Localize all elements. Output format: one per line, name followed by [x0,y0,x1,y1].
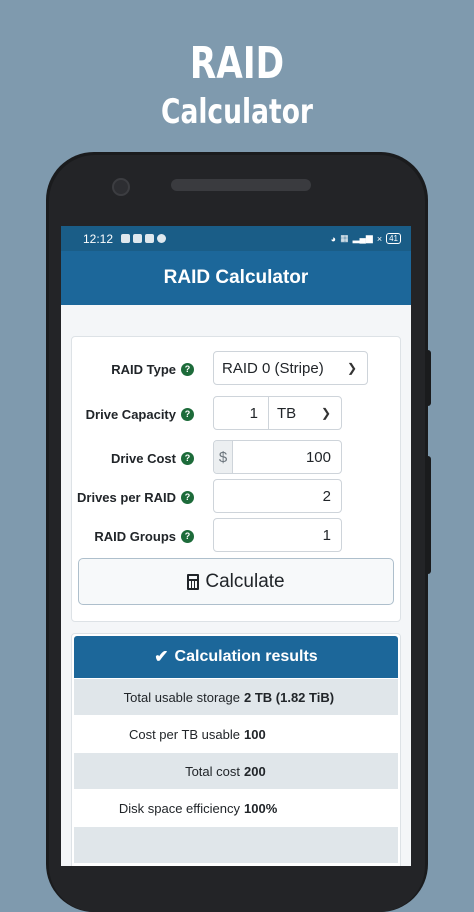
raid-type-row: RAID Type? RAID 0 (Stripe) ❯ [72,351,400,387]
drive-cost-input-group[interactable]: $ 100 [213,440,342,474]
drive-cost-label: Drive Cost? [111,440,194,476]
help-icon[interactable]: ? [181,407,194,421]
drive-capacity-row: Drive Capacity? 1 TB ❯ [72,396,400,432]
message-icon [145,234,155,243]
help-icon[interactable]: ? [181,490,194,504]
result-value: 2 TB (1.82 TiB) [244,689,335,705]
result-row: Disk space efficiency 100% [74,790,398,826]
volume-button [426,350,431,406]
power-button [426,456,431,574]
raid-groups-input[interactable]: 1 [213,518,342,552]
result-row: Total usable storage 2 TB (1.82 TiB) [74,679,398,715]
calculator-form: RAID Type? RAID 0 (Stripe) ❯ Drive Capaci… [71,336,401,622]
drives-per-raid-label: Drives per RAID? [77,479,194,515]
raid-groups-row: RAID Groups? 1 [72,518,400,554]
help-icon[interactable]: ? [181,529,194,543]
status-bar: 12:12 ◕ ▦ ▂▄▆ × 41 [61,226,411,251]
result-value: 100% [244,800,278,816]
volte-icon: ▦ [340,233,349,243]
raid-type-select[interactable]: RAID 0 (Stripe) ❯ [213,351,368,385]
results-title: Calculation results [174,648,318,665]
checkmark-icon: ✔ [154,647,169,666]
result-key: Cost per TB usable [128,726,240,742]
chevron-down-icon: ❯ [320,406,331,420]
status-time: 12:12 [83,231,114,246]
drive-cost-input[interactable]: 100 [233,449,341,466]
app-screen: 12:12 ◕ ▦ ▂▄▆ × 41 RAID Calculator RAID … [61,226,411,866]
results-header: ✔ Calculation results [74,636,398,678]
no-signal-indicator: × [376,233,383,244]
calculator-icon [187,573,200,590]
whatsapp-icon [121,234,131,243]
result-row: Total cost 200 [74,753,398,789]
cloud-icon [157,234,167,243]
raid-type-label: RAID Type? [111,351,194,387]
drives-per-raid-row: Drives per RAID? 2 [72,479,400,515]
result-value: 200 [244,763,266,779]
wifi-icon: ◕ [330,233,337,244]
calculate-label: Calculate [205,570,285,592]
speaker-grille [171,179,311,191]
results-card: ✔ Calculation results Total usable stora… [71,633,401,866]
help-icon[interactable]: ? [181,451,194,465]
result-row: Cost per TB usable 100 [74,716,398,752]
drive-cost-row: Drive Cost? $ 100 [72,440,400,476]
calculate-button[interactable]: Calculate [78,558,394,605]
currency-prefix: $ [214,441,233,473]
result-key: Total cost [185,763,240,779]
camera-icon [112,178,130,196]
promo-title-line2: Calculator [160,92,314,132]
help-icon[interactable]: ? [181,362,194,376]
signal-icon: ▂▄▆ [352,233,373,243]
result-value: 100 [244,726,266,742]
chevron-down-icon: ❯ [346,361,357,375]
app-bar-title: RAID Calculator [61,251,411,305]
battery-icon: 41 [386,233,401,244]
promo-title-line1: RAID [189,38,285,89]
app-notification-icon [133,234,143,243]
drive-capacity-input[interactable]: 1 [213,396,269,430]
drives-per-raid-input[interactable]: 2 [213,479,342,513]
result-key: Total usable storage [123,689,240,705]
capacity-unit-select[interactable]: TB ❯ [268,396,342,430]
result-key: Disk space efficiency [118,800,240,816]
drive-capacity-label: Drive Capacity? [86,396,194,432]
result-row [74,827,398,863]
raid-groups-label: RAID Groups? [94,518,194,554]
